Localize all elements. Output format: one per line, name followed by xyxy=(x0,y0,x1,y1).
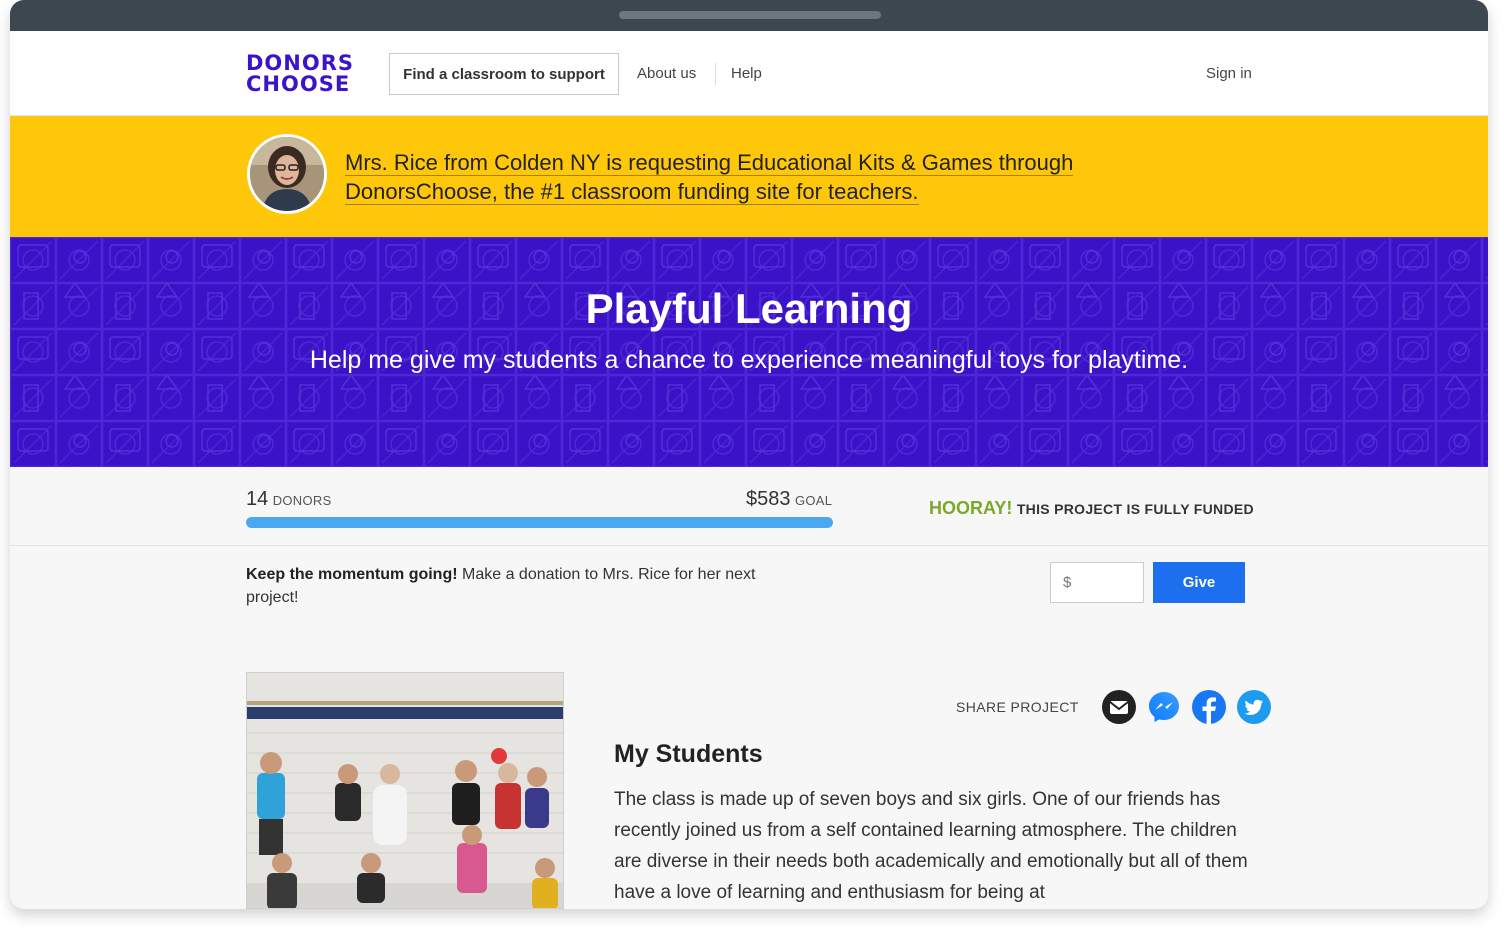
nav-help-link[interactable]: Help xyxy=(731,65,762,82)
donation-amount-input[interactable] xyxy=(1050,562,1144,603)
window-drag-handle[interactable] xyxy=(619,11,881,19)
sign-in-link[interactable]: Sign in xyxy=(1206,65,1252,82)
donation-prompt: Keep the momentum going! Make a donation… xyxy=(246,563,806,609)
fully-funded-text: THIS PROJECT IS FULLY FUNDED xyxy=(1016,501,1254,517)
find-classroom-button[interactable]: Find a classroom to support xyxy=(389,53,619,95)
project-hero: Playful Learning Help me give my student… xyxy=(10,237,1488,467)
donorschoose-logo[interactable]: DONORS CHOOSE xyxy=(246,53,358,95)
donors-label: DONORS xyxy=(272,493,332,508)
my-students-text: The class is made up of seven boys and s… xyxy=(614,789,1248,903)
project-title: Playful Learning xyxy=(585,285,913,332)
window-topbar xyxy=(10,0,1488,31)
messenger-icon[interactable] xyxy=(1147,690,1181,724)
funding-progress-fill xyxy=(246,517,833,528)
logo-line-2: CHOOSE xyxy=(246,72,351,96)
banner-line-1[interactable]: Mrs. Rice from Colden NY is requesting E… xyxy=(345,150,1074,176)
nav-divider xyxy=(715,63,716,85)
funding-stats: 14 DONORS $583 GOAL HOORAY! THIS PROJECT… xyxy=(10,467,1488,546)
my-students-heading: My Students xyxy=(614,740,763,768)
hooray-text: HOORAY! xyxy=(929,498,1013,518)
browser-window: DONORS CHOOSE Find a classroom to suppor… xyxy=(10,0,1488,909)
banner-message: Mrs. Rice from Colden NY is requesting E… xyxy=(345,148,1115,206)
facebook-icon[interactable] xyxy=(1191,690,1226,724)
fully-funded-message: HOORAY! THIS PROJECT IS FULLY FUNDED xyxy=(929,498,1254,519)
nav-about-link[interactable]: About us xyxy=(637,65,696,82)
donors-count: 14 DONORS xyxy=(246,488,332,511)
goal-number: $583 xyxy=(746,488,791,510)
banner-line-2[interactable]: DonorsChoose, the #1 classroom funding s… xyxy=(345,179,919,205)
share-label: SHARE PROJECT xyxy=(956,699,1079,715)
site-header: DONORS CHOOSE Find a classroom to suppor… xyxy=(10,31,1488,116)
logo-line-1: DONORS xyxy=(246,51,355,75)
teacher-avatar xyxy=(247,134,327,214)
donors-number: 14 xyxy=(246,488,269,510)
goal-label: GOAL xyxy=(794,493,833,508)
goal-amount: $583 GOAL xyxy=(746,488,832,511)
project-subtitle: Help me give my students a chance to exp… xyxy=(309,346,1189,374)
donation-prompt-bold: Keep the momentum going! xyxy=(246,566,458,583)
teacher-banner: Mrs. Rice from Colden NY is requesting E… xyxy=(10,116,1488,237)
email-icon[interactable] xyxy=(1101,690,1136,724)
share-project: SHARE PROJECT xyxy=(956,690,1271,724)
classroom-photo xyxy=(246,672,564,909)
funding-progress-bar xyxy=(246,517,833,528)
twitter-icon[interactable] xyxy=(1236,690,1271,724)
give-button[interactable]: Give xyxy=(1153,562,1245,603)
